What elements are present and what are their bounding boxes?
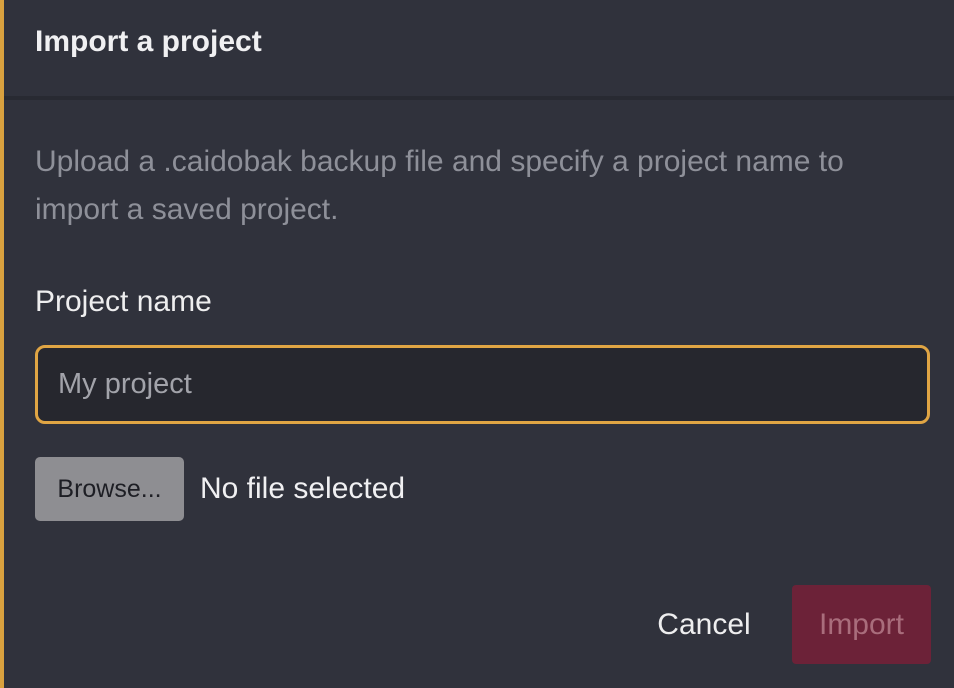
dialog-title: Import a project <box>35 25 262 58</box>
project-name-input[interactable] <box>35 345 930 424</box>
import-project-dialog: Import a project Upload a .caidobak back… <box>0 0 954 688</box>
file-status-text: No file selected <box>200 472 406 505</box>
import-button[interactable]: Import <box>792 585 931 664</box>
project-name-label: Project name <box>35 285 212 318</box>
cancel-button[interactable]: Cancel <box>629 585 779 664</box>
file-picker: Browse... No file selected <box>35 457 405 521</box>
browse-button[interactable]: Browse... <box>35 457 184 521</box>
dialog-header: Import a project <box>4 0 954 100</box>
dialog-description: Upload a .caidobak backup file and speci… <box>35 145 844 226</box>
